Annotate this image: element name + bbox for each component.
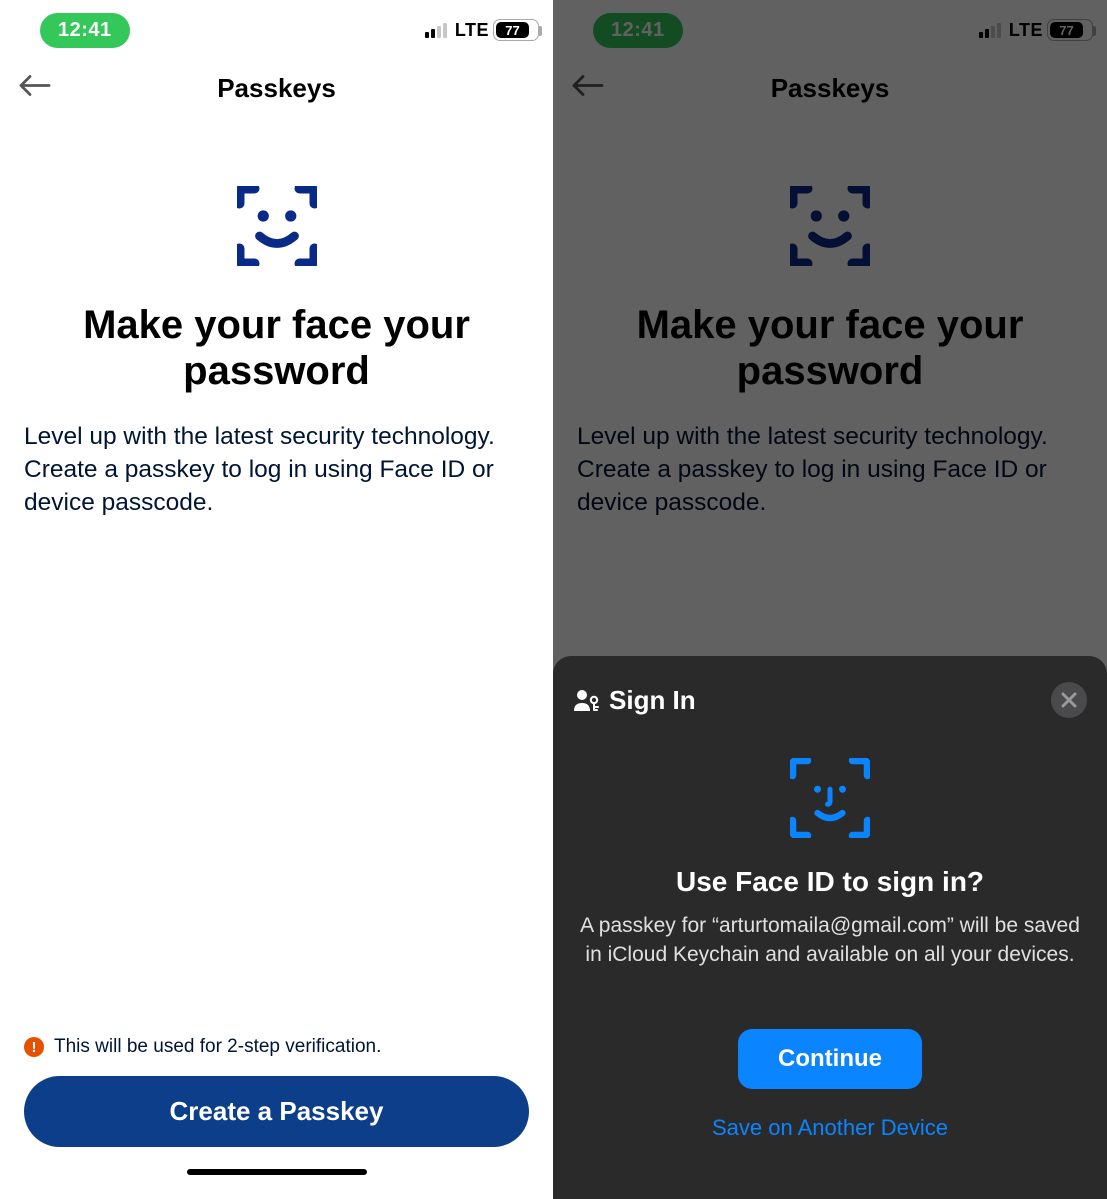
alert-icon: ! <box>24 1037 44 1057</box>
sheet-body: A passkey for “arturtomaila@gmail.com” w… <box>573 912 1087 969</box>
status-right: LTE 77 <box>425 19 539 41</box>
status-network: LTE <box>455 20 489 41</box>
signin-sheet: Sign In Use Face ID to sign in? A passke… <box>553 656 1107 1199</box>
signal-icon <box>425 22 451 38</box>
close-icon <box>1061 692 1077 708</box>
status-battery: 77 <box>496 22 529 38</box>
page-title: Passkeys <box>217 73 336 104</box>
create-passkey-button[interactable]: Create a Passkey <box>24 1076 529 1147</box>
nav-header: Passkeys <box>0 60 553 116</box>
info-text: This will be used for 2-step verificatio… <box>54 1036 381 1058</box>
person-key-icon <box>573 688 601 712</box>
sheet-header: Sign In <box>573 682 1087 718</box>
sheet-title: Use Face ID to sign in? <box>676 866 984 898</box>
hero-body: Level up with the latest security techno… <box>24 420 529 519</box>
save-another-device-link[interactable]: Save on Another Device <box>712 1115 948 1141</box>
home-indicator[interactable] <box>187 1169 367 1175</box>
hero-title: Make your face your password <box>24 302 529 394</box>
faceid-icon <box>790 758 870 838</box>
continue-button[interactable]: Continue <box>738 1029 922 1089</box>
arrow-left-icon <box>18 74 52 98</box>
status-time: 12:41 <box>40 13 130 48</box>
status-bar: 12:41 LTE 77 <box>0 0 553 60</box>
battery-icon: 77 <box>493 19 539 41</box>
back-button[interactable] <box>18 74 52 103</box>
sheet-header-label: Sign In <box>609 685 696 716</box>
faceid-icon <box>237 186 317 266</box>
main-content: Make your face your password Level up wi… <box>0 116 553 1026</box>
footer: ! This will be used for 2-step verificat… <box>0 1026 553 1199</box>
info-row: ! This will be used for 2-step verificat… <box>24 1036 529 1058</box>
close-button[interactable] <box>1051 682 1087 718</box>
